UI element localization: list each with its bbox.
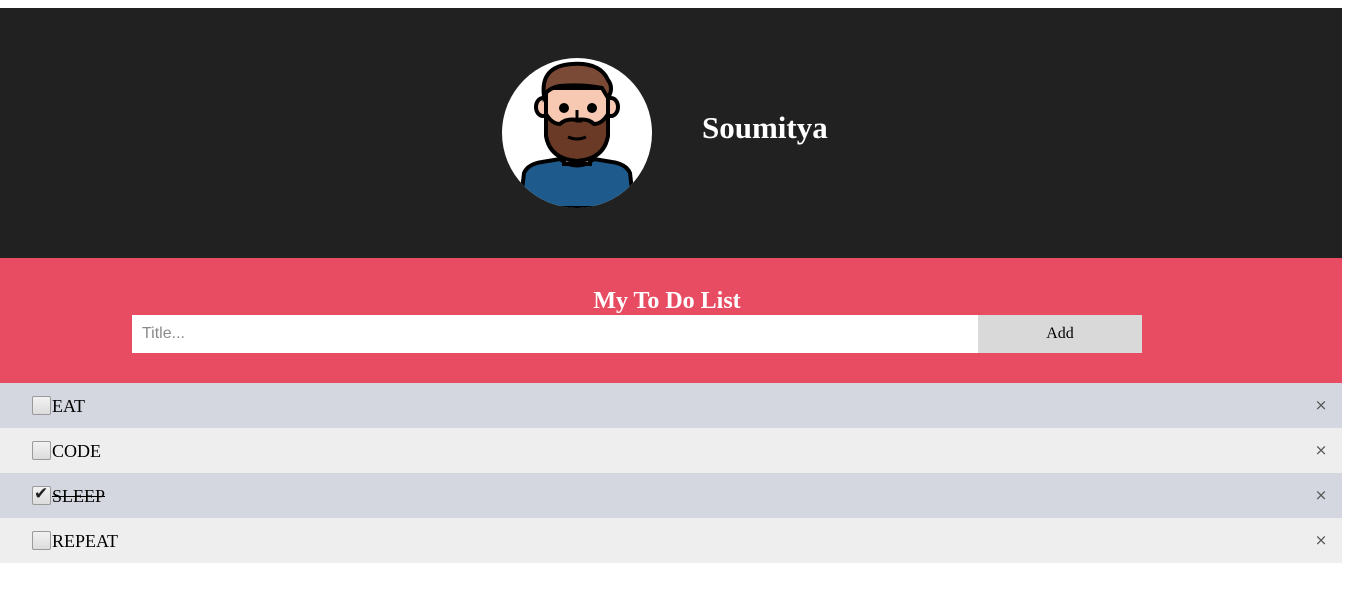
close-icon[interactable]: × [1313, 530, 1329, 550]
avatar [502, 58, 652, 208]
todo-checkbox[interactable]: ✔ [32, 484, 51, 505]
todo-item[interactable]: EAT × [0, 383, 1342, 428]
todo-item[interactable]: CODE × [0, 428, 1342, 473]
todo-text: SLEEP [52, 486, 106, 506]
todo-list: EAT × CODE × ✔ SLEEP × REPEAT × [0, 383, 1342, 563]
todo-item[interactable]: ✔ SLEEP × [0, 473, 1342, 518]
list-title: My To Do List [593, 288, 741, 314]
close-icon[interactable]: × [1313, 485, 1329, 505]
todo-checkbox[interactable] [32, 441, 51, 460]
todo-text: CODE [52, 441, 101, 461]
title-input[interactable] [132, 315, 978, 353]
bearded-man-avatar-icon [517, 61, 637, 208]
close-icon[interactable]: × [1313, 440, 1329, 460]
todo-text: EAT [52, 396, 85, 416]
add-button[interactable]: Add [978, 315, 1142, 353]
todo-header: My To Do List Add [0, 258, 1342, 383]
close-icon[interactable]: × [1313, 395, 1329, 415]
check-mark-icon: ✔ [34, 484, 49, 504]
todo-text: REPEAT [52, 531, 119, 551]
profile-header: Soumitya [0, 8, 1342, 258]
todo-item[interactable]: REPEAT × [0, 518, 1342, 563]
todo-checkbox[interactable] [32, 396, 51, 415]
todo-checkbox[interactable] [32, 531, 51, 550]
user-name: Soumitya [702, 110, 828, 145]
